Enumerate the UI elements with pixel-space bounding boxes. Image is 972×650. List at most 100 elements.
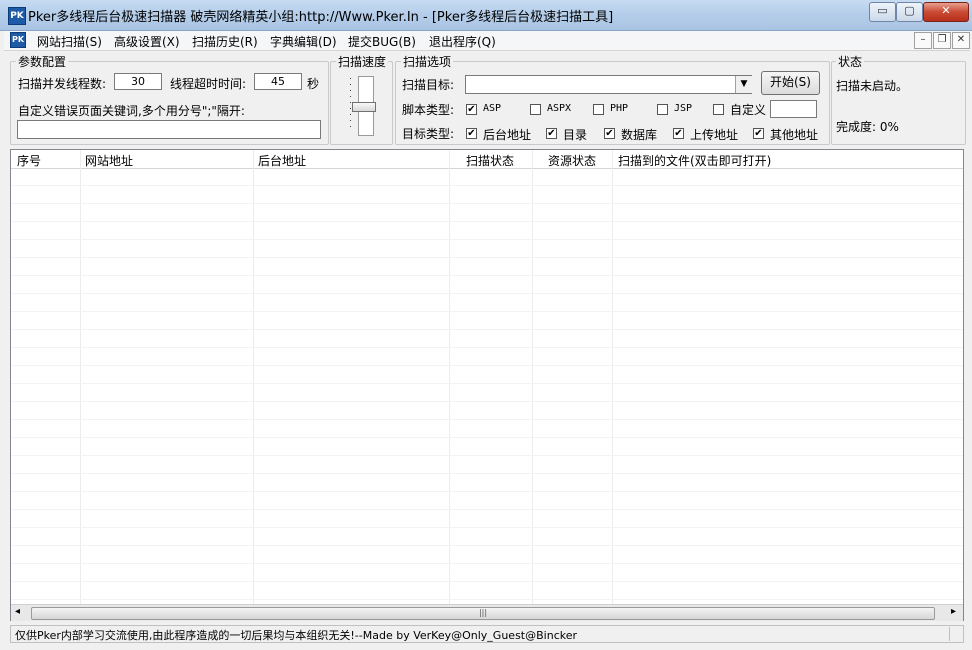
row-gridline [11, 365, 963, 366]
row-gridline [11, 473, 963, 474]
menu-site-scan[interactable]: 网站扫描(S) [37, 33, 102, 50]
row-gridline [11, 275, 963, 276]
scan-state-text: 扫描未启动。 [836, 79, 909, 93]
start-button[interactable]: 开始(S) [761, 71, 820, 95]
status-group-title: 状态 [836, 53, 865, 70]
checkbox-database[interactable]: ✔ [604, 128, 615, 139]
window-title: Pker多线程后台极速扫描器 破壳网络精英小组:http://Www.Pker.… [28, 10, 614, 25]
threads-label: 扫描并发线程数: [18, 77, 107, 91]
threads-input[interactable]: 30 [114, 73, 162, 90]
row-gridline [11, 527, 963, 528]
row-gridline [11, 437, 963, 438]
row-gridline [11, 419, 963, 420]
checkbox-jsp[interactable] [657, 104, 668, 115]
row-gridline [11, 239, 963, 240]
row-gridline [11, 257, 963, 258]
mdi-close-button[interactable]: ✕ [952, 32, 970, 49]
status-divider [949, 627, 950, 641]
chevron-down-icon[interactable]: ▼ [735, 76, 752, 93]
checkbox-custom[interactable] [713, 104, 724, 115]
row-gridline [11, 545, 963, 546]
timeout-label: 线程超时时间: [170, 77, 247, 91]
row-gridline [11, 455, 963, 456]
checkbox-php[interactable] [593, 104, 604, 115]
timeout-input[interactable]: 45 [254, 73, 302, 90]
mdi-minimize-button[interactable]: – [914, 32, 932, 49]
results-table[interactable]: 序号 网站地址 后台地址 扫描状态 资源状态 扫描到的文件(双击即可打开) ◂ … [10, 149, 964, 621]
row-gridline [11, 563, 963, 564]
row-gridline [11, 401, 963, 402]
checkbox-directory[interactable]: ✔ [546, 128, 557, 139]
col-header-index[interactable]: 序号 [17, 152, 41, 169]
app-icon: PK [8, 7, 26, 25]
keywords-input[interactable] [17, 120, 321, 139]
col-header-resource-status[interactable]: 资源状态 [548, 152, 596, 169]
checkbox-other-url-label: 其他地址 [770, 128, 819, 142]
checkbox-database-label: 数据库 [621, 128, 658, 142]
title-bar[interactable]: PK Pker多线程后台极速扫描器 破壳网络精英小组:http://Www.Pk… [0, 0, 972, 31]
checkbox-directory-label: 目录 [563, 128, 588, 142]
speed-group-title: 扫描速度 [336, 53, 389, 70]
col-header-scan-status[interactable]: 扫描状态 [466, 152, 514, 169]
mdi-restore-button[interactable]: ❐ [933, 32, 951, 49]
slider-thumb[interactable] [352, 102, 376, 112]
row-gridline [11, 185, 963, 186]
row-gridline [11, 599, 963, 600]
menu-advanced-settings[interactable]: 高级设置(X) [114, 33, 180, 50]
progress-text: 完成度: 0% [836, 120, 899, 134]
row-gridline [11, 293, 963, 294]
checkbox-other-url[interactable]: ✔ [753, 128, 764, 139]
col-header-admin-url[interactable]: 后台地址 [258, 152, 306, 169]
col-header-found-files[interactable]: 扫描到的文件(双击即可打开) [618, 152, 771, 169]
target-combobox[interactable] [465, 75, 752, 94]
slider-ticks [350, 78, 351, 132]
target-label: 扫描目标: [402, 78, 455, 92]
checkbox-asp[interactable]: ✔ [466, 104, 477, 115]
scroll-left-icon[interactable]: ◂ [15, 606, 20, 617]
checkbox-admin-url[interactable]: ✔ [466, 128, 477, 139]
checkbox-php-label: PHP [610, 103, 629, 114]
checkbox-custom-label: 自定义 [730, 103, 767, 117]
custom-ext-input[interactable] [770, 100, 817, 118]
row-gridline [11, 311, 963, 312]
status-bar: 仅供Pker内部学习交流使用,由此程序造成的一切后果均与本组织无关!--Made… [10, 625, 964, 643]
table-body[interactable] [11, 168, 963, 604]
table-header: 序号 网站地址 后台地址 扫描状态 资源状态 扫描到的文件(双击即可打开) [11, 150, 963, 169]
speed-slider[interactable] [346, 76, 376, 136]
horizontal-scrollbar[interactable]: ◂ ||| ▸ [11, 604, 963, 621]
close-button[interactable]: ✕ [923, 2, 969, 22]
scroll-thumb[interactable]: ||| [31, 607, 935, 620]
col-header-site-url[interactable]: 网站地址 [85, 152, 133, 169]
maximize-button[interactable]: ▢ [896, 2, 923, 22]
row-gridline [11, 347, 963, 348]
menu-dictionary-edit[interactable]: 字典编辑(D) [270, 33, 337, 50]
options-group-title: 扫描选项 [401, 53, 454, 70]
keywords-label: 自定义错误页面关键词,多个用分号";"隔开: [18, 104, 245, 118]
menu-bar: PK 网站扫描(S) 高级设置(X) 扫描历史(R) 字典编辑(D) 提交BUG… [4, 31, 970, 51]
menu-scan-history[interactable]: 扫描历史(R) [192, 33, 258, 50]
mdi-app-icon[interactable]: PK [10, 32, 26, 48]
checkbox-upload-url[interactable]: ✔ [673, 128, 684, 139]
row-gridline [11, 329, 963, 330]
timeout-unit: 秒 [307, 77, 320, 91]
menu-submit-bug[interactable]: 提交BUG(B) [348, 33, 416, 50]
row-gridline [11, 383, 963, 384]
footer-text: 仅供Pker内部学习交流使用,由此程序造成的一切后果均与本组织无关!--Made… [15, 629, 578, 642]
row-gridline [11, 509, 963, 510]
minimize-button[interactable]: ▭ [869, 2, 896, 22]
row-gridline [11, 491, 963, 492]
checkbox-asp-label: ASP [483, 103, 502, 114]
row-gridline [11, 221, 963, 222]
row-gridline [11, 203, 963, 204]
params-group-title: 参数配置 [16, 53, 69, 70]
row-gridline [11, 581, 963, 582]
target-type-label: 目标类型: [402, 127, 455, 141]
checkbox-aspx-label: ASPX [547, 103, 572, 114]
checkbox-upload-url-label: 上传地址 [690, 128, 739, 142]
menu-exit[interactable]: 退出程序(Q) [429, 33, 496, 50]
checkbox-jsp-label: JSP [674, 103, 693, 114]
checkbox-aspx[interactable] [530, 104, 541, 115]
checkbox-admin-url-label: 后台地址 [483, 128, 532, 142]
script-type-label: 脚本类型: [402, 103, 455, 117]
scroll-right-icon[interactable]: ▸ [951, 606, 956, 617]
